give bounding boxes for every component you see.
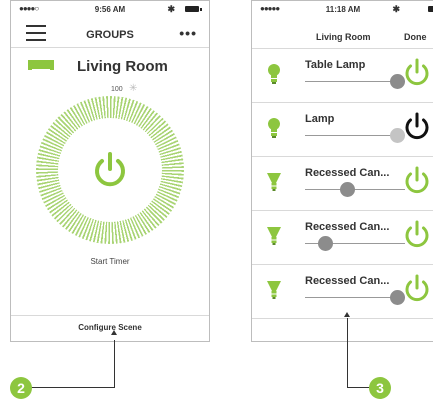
brightness-slider[interactable] bbox=[305, 182, 405, 197]
power-icon[interactable] bbox=[401, 57, 433, 89]
start-timer-button[interactable]: Start Timer bbox=[11, 257, 209, 266]
slider-knob[interactable] bbox=[317, 236, 333, 251]
light-row[interactable]: Recessed Can... bbox=[252, 265, 433, 319]
header-divider bbox=[11, 47, 209, 48]
callout-line bbox=[114, 340, 115, 387]
battery-icon bbox=[428, 6, 433, 12]
brightness-icon: ✳ bbox=[129, 83, 138, 94]
light-name: Table Lamp bbox=[305, 59, 366, 71]
bluetooth-icon: ✱ bbox=[167, 4, 175, 14]
room-name: Living Room bbox=[77, 58, 168, 75]
light-name: Recessed Can... bbox=[305, 167, 390, 179]
power-icon[interactable] bbox=[401, 165, 433, 197]
bulb-icon bbox=[268, 64, 280, 84]
sofa-icon bbox=[28, 60, 54, 70]
light-row[interactable]: Recessed Can... bbox=[252, 211, 433, 265]
recessed-can-icon bbox=[267, 227, 281, 245]
groups-screen: ●●●●○ 9:56 AM ✱ GROUPS ••• Living Room 1… bbox=[10, 0, 210, 342]
light-name: Recessed Can... bbox=[305, 221, 390, 233]
light-name: Recessed Can... bbox=[305, 275, 390, 287]
power-icon[interactable] bbox=[401, 219, 433, 251]
done-button[interactable]: Done bbox=[404, 32, 427, 42]
more-icon[interactable]: ••• bbox=[179, 25, 197, 41]
brightness-slider[interactable] bbox=[305, 290, 405, 305]
bluetooth-icon: ✱ bbox=[392, 4, 400, 14]
callout-line bbox=[347, 318, 348, 387]
status-time: 9:56 AM bbox=[94, 5, 126, 14]
configure-scene-button[interactable]: Configure Scene bbox=[11, 323, 209, 332]
callout-badge: 2 bbox=[10, 377, 32, 399]
brightness-value: 100 bbox=[111, 86, 123, 93]
battery-icon bbox=[185, 6, 202, 12]
power-icon[interactable] bbox=[401, 273, 433, 305]
bulb-icon bbox=[268, 118, 280, 138]
brightness-dial[interactable] bbox=[36, 96, 184, 244]
power-icon[interactable] bbox=[90, 150, 130, 190]
slider-knob[interactable] bbox=[339, 182, 355, 197]
light-row[interactable]: Recessed Can... bbox=[252, 157, 433, 211]
light-row[interactable]: Lamp bbox=[252, 103, 433, 157]
recessed-can-icon bbox=[267, 281, 281, 299]
callout-line bbox=[347, 387, 369, 388]
room-detail-screen: ●●●●● 11:18 AM ✱ Living Room Done Table … bbox=[251, 0, 433, 342]
callout-arrowhead bbox=[111, 330, 117, 335]
brightness-slider[interactable] bbox=[305, 74, 405, 89]
light-name: Lamp bbox=[305, 113, 335, 125]
light-row[interactable]: Table Lamp bbox=[252, 49, 433, 103]
status-bar: ●●●●● 11:18 AM ✱ bbox=[252, 1, 433, 17]
callout-badge: 3 bbox=[369, 377, 391, 399]
callout-arrowhead bbox=[344, 312, 350, 317]
power-icon[interactable] bbox=[401, 111, 433, 143]
callout-line bbox=[30, 387, 115, 388]
brightness-slider[interactable] bbox=[305, 236, 405, 251]
brightness-slider[interactable] bbox=[305, 128, 405, 143]
page-title: Living Room bbox=[316, 32, 371, 42]
footer-divider bbox=[11, 315, 209, 316]
status-bar: ●●●●○ 9:56 AM ✱ bbox=[11, 1, 209, 17]
status-time: 11:18 AM bbox=[325, 5, 361, 14]
recessed-can-icon bbox=[267, 173, 281, 191]
